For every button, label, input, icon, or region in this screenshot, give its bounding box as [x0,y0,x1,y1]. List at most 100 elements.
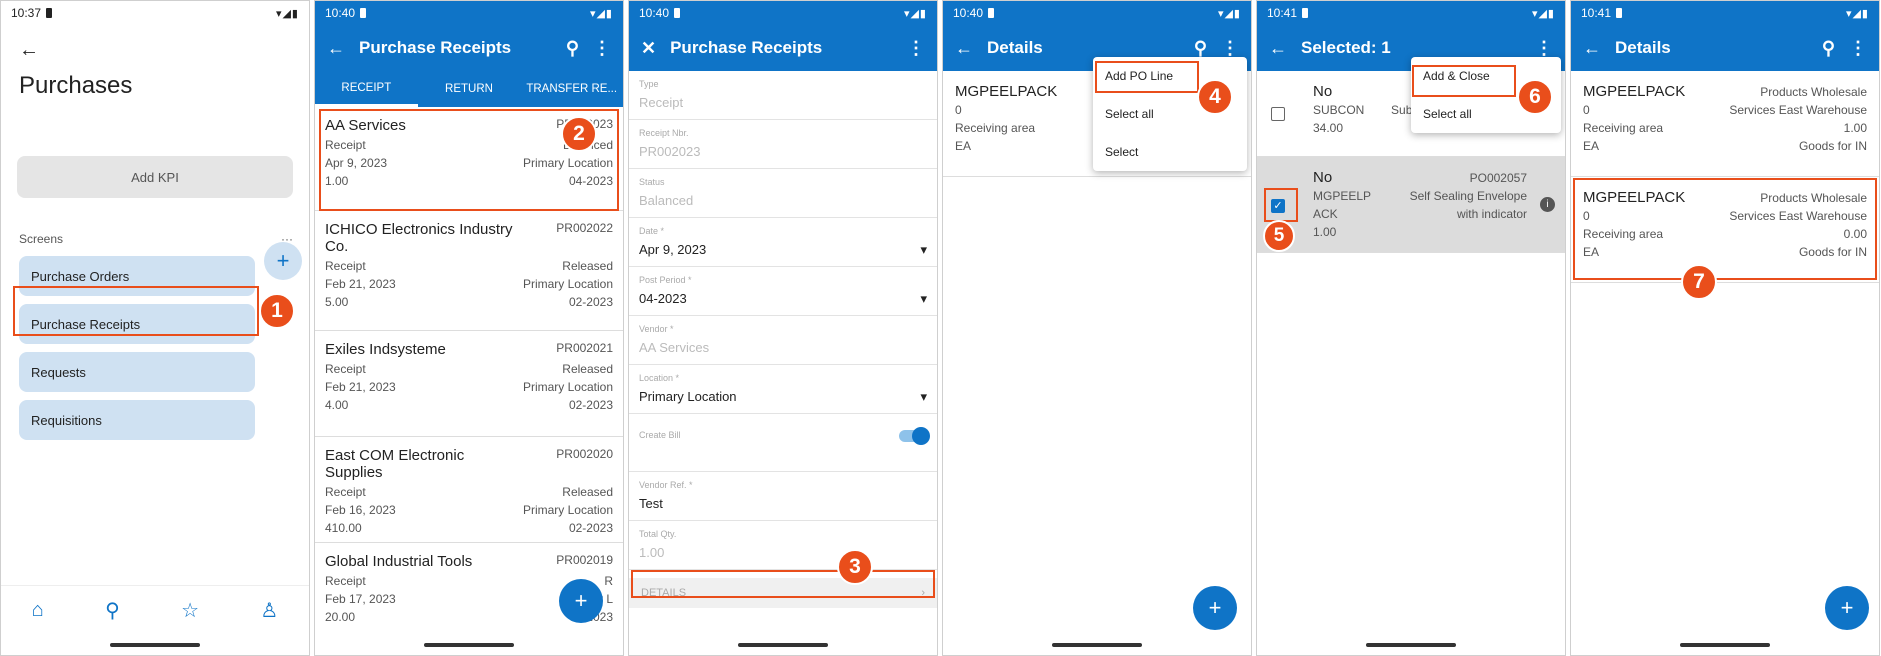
field-value: Apr 9, 2023 [639,242,707,257]
qty: 4.00 [325,398,349,412]
home-icon[interactable]: ⌂ [32,599,44,622]
kebab-menu-icon[interactable]: ⋮ [1849,38,1867,59]
kebab-menu-icon[interactable]: ⋮ [1535,38,1553,59]
field-location[interactable]: Location * Primary Location ▾ [629,365,937,414]
checkbox[interactable] [1271,107,1285,121]
home-indicator [738,643,828,647]
kebab-menu-icon[interactable]: ⋮ [1221,38,1239,59]
field-post-period[interactable]: Post Period * 04-2023 ▾ [629,267,937,316]
step-badge: 2 [561,116,597,152]
dropdown-icon[interactable]: ▾ [920,242,927,258]
location: Primary Location [522,380,613,394]
add-kpi-button[interactable]: Add KPI [17,156,293,198]
status-bar: 10:40 ▾◢▮ [315,1,623,25]
receipt-nbr: PR002019 [556,553,613,567]
clock: 10:40 [639,6,670,20]
qty: 20.00 [325,610,356,624]
back-arrow-icon[interactable]: ← [955,38,973,59]
home-indicator [110,643,200,647]
item-name: MGPEELPACK [1583,83,1686,100]
home-indicator [1366,643,1456,647]
add-fab-button[interactable]: + [559,579,603,623]
list-item[interactable]: ICHICO Electronics Industry Co. PR002022 … [315,211,623,331]
date: Feb 21, 2023 [325,277,396,291]
app-bar: ← Purchase Receipts ⚲ ⋮ [315,25,623,71]
type: Receipt [325,485,366,499]
field-vendor-ref[interactable]: Vendor Ref. * Test [629,472,937,521]
list-item-selected[interactable]: ✓ No PO002057 MGPEELP ACK Self Sealing Env… [1257,157,1565,253]
period: 02-2023 [568,398,613,412]
item-desc: Goods for IN [1798,139,1867,153]
add-fab-button[interactable]: + [1193,586,1237,630]
list-item[interactable]: MGPEELPACK Products Wholesale 0 Services E… [1571,71,1879,177]
row-line: ACK [1313,207,1338,221]
back-arrow-icon[interactable]: ← [19,39,309,62]
type: Receipt [325,574,366,588]
field-label: Total Qty. [639,529,677,539]
field-value: Primary Location [639,389,737,404]
back-arrow-icon[interactable]: ← [1269,38,1287,59]
field-label: Vendor * [639,324,674,334]
list-item[interactable]: East COM Electronic Supplies PR002020 Rec… [315,437,623,543]
search-icon[interactable]: ⚲ [566,38,579,59]
page-title: Purchase Receipts [359,38,512,57]
search-icon[interactable]: ⚲ [105,598,120,623]
item-qty: 0 [1583,103,1590,117]
field-type: Type Receipt [629,71,937,120]
field-label: Date * [639,226,665,236]
status: R [604,574,613,588]
highlight-box [1095,61,1199,93]
tab-bar: RECEIPT RETURN TRANSFER RE... [315,71,623,107]
period: 02-2023 [568,521,613,535]
kebab-menu-icon[interactable]: ⋮ [907,38,925,59]
dropdown-icon[interactable]: ▾ [920,389,927,405]
status-bar: 10:41 ▾◢▮ [1257,1,1565,25]
tab-return[interactable]: RETURN [418,71,521,107]
add-fab-button[interactable]: + [1825,586,1869,630]
search-icon[interactable]: ⚲ [1822,38,1835,59]
add-screen-plus-icon[interactable]: + [264,242,302,280]
menu-item-select[interactable]: Select [1093,133,1247,171]
app-bar: ← Details ⚲ ⋮ [1571,25,1879,71]
row-line: MGPEELP [1313,189,1372,203]
vendor-name: East COM Electronic Supplies [325,447,465,481]
status-bar: 10:41 ▾◢▮ [1571,1,1879,25]
location: Primary Location [522,503,613,517]
date: Feb 21, 2023 [325,380,396,394]
tab-transfer[interactable]: TRANSFER RE... [520,71,623,107]
info-icon[interactable]: i [1540,197,1555,212]
type: Receipt [325,362,366,376]
home-indicator [424,643,514,647]
receipt-nbr: PR002021 [556,341,613,355]
field-label: Create Bill [639,430,681,440]
screen-item-requisitions[interactable]: Requisitions [19,400,255,440]
close-icon[interactable]: ✕ [641,38,656,59]
item-value: 1.00 [1843,121,1867,135]
star-icon[interactable]: ☆ [181,598,199,623]
row-qty: 1.00 [1313,225,1337,239]
back-arrow-icon[interactable]: ← [327,38,345,59]
row-line: SUBCON [1313,103,1365,117]
page-title: Details [1615,38,1671,57]
back-arrow-icon[interactable]: ← [1583,38,1601,59]
search-icon[interactable]: ⚲ [1194,38,1207,59]
screen-details: 10:40 ▾◢▮ ← Details ⚲ ⋮ MGPEELPACK 0 Rece… [942,0,1252,656]
create-bill-toggle[interactable] [899,427,930,445]
user-icon[interactable]: ♙ [260,598,278,623]
page-title: Details [987,38,1043,57]
date: Feb 16, 2023 [325,503,396,517]
field-date[interactable]: Date * Apr 9, 2023 ▾ [629,218,937,267]
screen-item-requests[interactable]: Requests [19,352,255,392]
home-indicator [1052,643,1142,647]
list-item[interactable]: Exiles Indsysteme PR002021 Receipt Release… [315,331,623,437]
field-value: Test [639,496,663,511]
page-title: Purchases [19,72,133,99]
bottom-nav: ⌂ ⚲ ☆ ♙ [1,585,309,635]
field-value: 1.00 [639,545,665,560]
field-label: Receipt Nbr. [639,128,689,138]
tab-receipt[interactable]: RECEIPT [315,71,418,107]
kebab-menu-icon[interactable]: ⋮ [593,38,611,59]
row-desc: Self Sealing Envelope [1409,189,1527,203]
dropdown-icon[interactable]: ▾ [920,291,927,307]
vendor-name: Exiles Indsysteme [325,341,446,358]
